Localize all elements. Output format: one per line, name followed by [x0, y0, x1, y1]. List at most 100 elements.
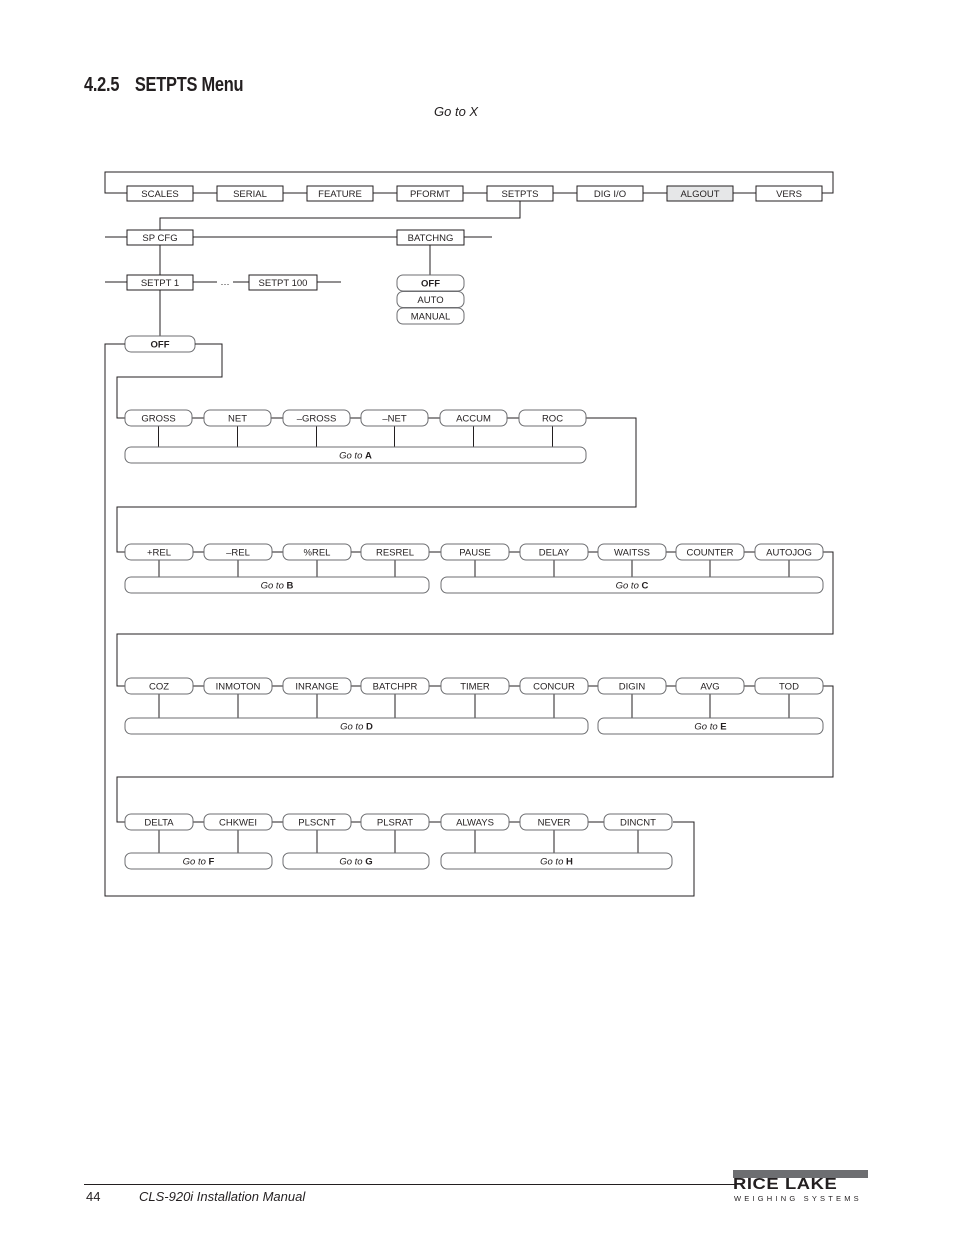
goto-f-label: Go to F	[183, 857, 215, 868]
value-counter[interactable]: COUNTER	[675, 543, 745, 561]
value-autojog-label: AUTOJOG	[766, 548, 812, 559]
value-plscnt[interactable]: PLSCNT	[282, 813, 352, 831]
value-gross[interactable]: –GROSS	[282, 409, 351, 427]
value-waitss-label: WAITSS	[614, 548, 650, 559]
value-accum[interactable]: ACCUM	[439, 409, 508, 427]
goto-h[interactable]: Go to H	[440, 852, 673, 870]
goto-a[interactable]: Go to A	[124, 446, 587, 464]
value-concur[interactable]: CONCUR	[519, 677, 589, 695]
value-delta[interactable]: DELTA	[124, 813, 194, 831]
value-always[interactable]: ALWAYS	[440, 813, 510, 831]
value-inmoton[interactable]: INMOTON	[203, 677, 273, 695]
value-autojog[interactable]: AUTOJOG	[754, 543, 824, 561]
menu-serial[interactable]: SERIAL	[216, 185, 284, 202]
value-plscnt-label: PLSCNT	[298, 818, 336, 829]
value-batchpr[interactable]: BATCHPR	[360, 677, 430, 695]
value-delay[interactable]: DELAY	[519, 543, 589, 561]
value-digin-label: DIGIN	[619, 682, 646, 693]
value-dincnt-label: DINCNT	[620, 818, 656, 829]
value-always-label: ALWAYS	[456, 818, 494, 829]
menu-setpts[interactable]: SETPTS	[486, 185, 554, 202]
ellipsis: …	[220, 277, 230, 288]
menu-vers[interactable]: VERS	[755, 185, 823, 202]
kind-option-off[interactable]: OFF	[124, 335, 196, 353]
menu-algout-label: ALGOUT	[680, 189, 719, 200]
menu-setpts-label: SETPTS	[502, 189, 539, 200]
menu-pformt[interactable]: PFORMT	[396, 185, 464, 202]
value-rel-label: +REL	[147, 548, 171, 559]
value-chkwei-label: CHKWEI	[219, 818, 257, 829]
menu-setpt-1[interactable]: SETPT 1	[126, 274, 194, 291]
menu-vers-label: VERS	[776, 189, 802, 200]
goto-g[interactable]: Go to G	[282, 852, 430, 870]
value-net-label: NET	[228, 414, 247, 425]
value-tod-label: TOD	[779, 682, 799, 693]
menu-sp-cfg[interactable]: SP CFG	[126, 229, 194, 246]
goto-g-label: Go to G	[339, 857, 372, 868]
value-batchpr-label: BATCHPR	[373, 682, 418, 693]
value-concur-label: CONCUR	[533, 682, 575, 693]
goto-a-label: Go to A	[339, 451, 372, 462]
batching-option-auto[interactable]: AUTO	[396, 291, 465, 308]
value-plsrat[interactable]: PLSRAT	[360, 813, 430, 831]
value-dincnt[interactable]: DINCNT	[603, 813, 673, 831]
outer-loop-line	[104, 343, 695, 897]
value-rel[interactable]: +REL	[124, 543, 194, 561]
goto-e[interactable]: Go to E	[597, 717, 824, 735]
value-roc[interactable]: ROC	[518, 409, 587, 427]
value-rel-label: –REL	[226, 548, 250, 559]
menu-dig-i-o-label: DIG I/O	[594, 189, 626, 200]
value-inrange-label: INRANGE	[295, 682, 338, 693]
batching-option-off-label: OFF	[421, 279, 440, 290]
value-waitss[interactable]: WAITSS	[597, 543, 667, 561]
value-net[interactable]: –NET	[360, 409, 429, 427]
off-to-rows-line	[116, 343, 223, 419]
menu-setpt-100-label: SETPT 100	[259, 278, 308, 289]
goto-c-label: Go to C	[616, 581, 649, 592]
goto-f[interactable]: Go to F	[124, 852, 273, 870]
menu-algout[interactable]: ALGOUT	[666, 185, 734, 202]
value-resrel-label: RESREL	[376, 548, 414, 559]
value-net-label: –NET	[382, 414, 406, 425]
goto-c[interactable]: Go to C	[440, 576, 824, 594]
menu-scales[interactable]: SCALES	[126, 185, 194, 202]
value-chkwei[interactable]: CHKWEI	[203, 813, 273, 831]
value-timer[interactable]: TIMER	[440, 677, 510, 695]
value-plsrat-label: PLSRAT	[377, 818, 413, 829]
value-tod[interactable]: TOD	[754, 677, 824, 695]
value-rel[interactable]: %REL	[282, 543, 352, 561]
page-number: 44	[86, 1189, 101, 1204]
value-avg-label: AVG	[700, 682, 719, 693]
value-avg[interactable]: AVG	[675, 677, 745, 695]
menu-setpt-100[interactable]: SETPT 100	[248, 274, 318, 291]
kind-option-off-label: OFF	[151, 340, 170, 351]
goto-d[interactable]: Go to D	[124, 717, 589, 735]
goto-h-label: Go to H	[540, 857, 573, 868]
value-digin[interactable]: DIGIN	[597, 677, 667, 695]
value-pause-label: PAUSE	[459, 548, 491, 559]
value-accum-label: ACCUM	[456, 414, 491, 425]
value-pause[interactable]: PAUSE	[440, 543, 510, 561]
batching-option-off[interactable]: OFF	[396, 274, 465, 292]
menu-batchng[interactable]: BATCHNG	[396, 229, 465, 246]
batching-option-manual-label: MANUAL	[411, 312, 451, 323]
menu-dig-i-o[interactable]: DIG I/O	[576, 185, 644, 202]
value-coz[interactable]: COZ	[124, 677, 194, 695]
value-counter-label: COUNTER	[687, 548, 734, 559]
value-coz-label: COZ	[149, 682, 169, 693]
value-inrange[interactable]: INRANGE	[282, 677, 352, 695]
value-delta-label: DELTA	[144, 818, 174, 829]
menu-pformt-label: PFORMT	[410, 189, 450, 200]
logo-main-text: RICE LAKE	[733, 1176, 838, 1193]
value-resrel[interactable]: RESREL	[360, 543, 430, 561]
goto-b[interactable]: Go to B	[124, 576, 430, 594]
value-gross[interactable]: GROSS	[124, 409, 193, 427]
rice-lake-logo: RICE LAKE WEIGHING SYSTEMS	[733, 1170, 868, 1204]
menu-feature[interactable]: FEATURE	[306, 185, 374, 202]
value-rel-label: %REL	[304, 548, 331, 559]
value-net[interactable]: NET	[203, 409, 272, 427]
value-rel[interactable]: –REL	[203, 543, 273, 561]
batching-option-manual[interactable]: MANUAL	[396, 307, 465, 325]
value-never[interactable]: NEVER	[519, 813, 589, 831]
setpts-to-spcfg-line	[159, 201, 521, 230]
